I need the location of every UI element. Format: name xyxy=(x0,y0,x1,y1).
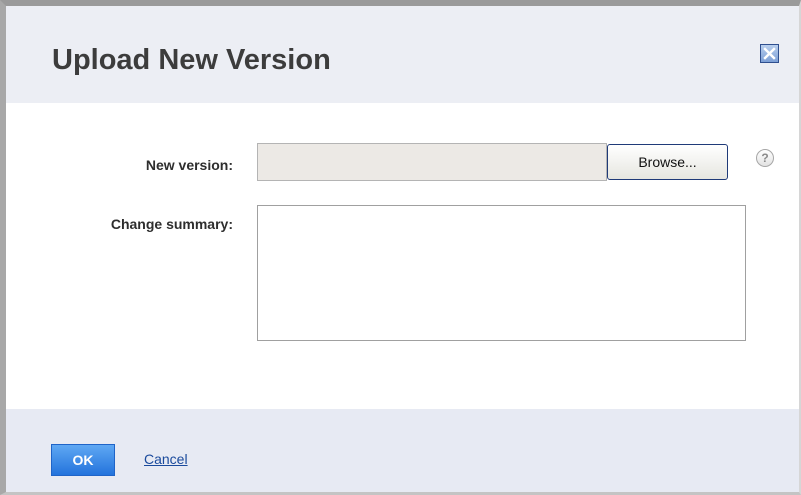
dialog-footer: OK Cancel xyxy=(6,409,799,492)
dialog-header: Upload New Version xyxy=(6,6,799,103)
dialog-title: Upload New Version xyxy=(52,44,331,76)
upload-dialog: Upload New Version New version: Browse..… xyxy=(0,0,801,495)
change-summary-label: Change summary: xyxy=(110,216,233,232)
help-icon[interactable]: ? xyxy=(756,149,774,167)
cancel-link[interactable]: Cancel xyxy=(144,451,188,467)
new-version-label: New version: xyxy=(145,157,233,173)
browse-button[interactable]: Browse... xyxy=(607,144,728,180)
close-icon xyxy=(763,47,776,60)
ok-button[interactable]: OK xyxy=(51,444,115,476)
close-button[interactable] xyxy=(760,44,779,63)
new-version-input[interactable] xyxy=(257,143,607,181)
change-summary-textarea[interactable] xyxy=(257,205,746,341)
